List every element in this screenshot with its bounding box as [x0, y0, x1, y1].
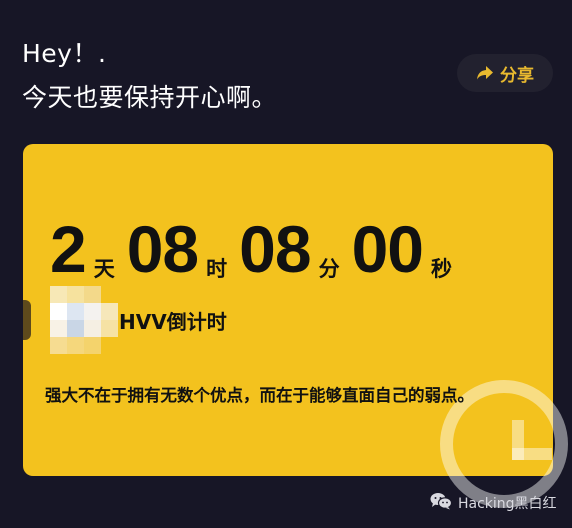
motivational-quote: 强大不在于拥有无数个优点，而在于能够直面自己的弱点。 [45, 386, 474, 405]
event-row: HVV倒计时 [23, 286, 227, 354]
share-arrow-icon [476, 65, 494, 81]
countdown-timer: 2 天 08 时 08 分 00 秒 [50, 202, 464, 282]
countdown-seconds: 00 [351, 212, 424, 286]
share-label: 分享 [500, 65, 534, 86]
countdown-days: 2 [50, 212, 87, 286]
share-button[interactable]: 分享 [457, 54, 553, 92]
countdown-hours: 08 [126, 212, 199, 286]
countdown-seconds-unit: 秒 [430, 257, 452, 281]
greeting: Hey！. 今天也要保持开心啊。 [22, 32, 277, 120]
blurred-logo-icon [23, 286, 118, 354]
greeting-line-2: 今天也要保持开心啊。 [22, 83, 278, 112]
watermark-label: Hacking黑白红 [458, 496, 557, 512]
clock-hand-horizontal [512, 448, 552, 460]
countdown-days-unit: 天 [93, 257, 115, 281]
watermark: Hacking黑白红 [430, 492, 557, 514]
countdown-minutes-unit: 分 [318, 257, 340, 281]
countdown-minutes: 08 [239, 212, 311, 286]
event-title: HVV倒计时 [119, 309, 227, 334]
wechat-icon [430, 492, 453, 514]
countdown-hours-unit: 时 [206, 257, 228, 281]
greeting-line-1: Hey！. [22, 39, 107, 68]
